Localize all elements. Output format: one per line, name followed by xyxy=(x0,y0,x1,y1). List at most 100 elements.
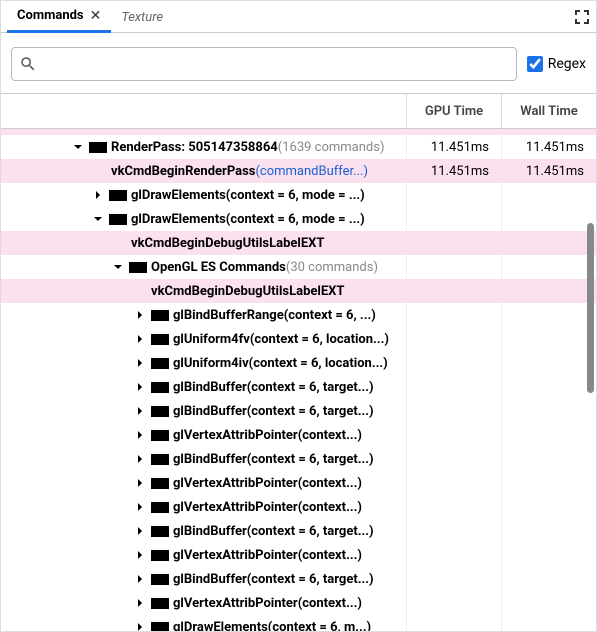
wall-time-cell xyxy=(501,255,596,279)
wall-time-cell: 11.451ms xyxy=(501,135,596,159)
header-gpu-time[interactable]: GPU Time xyxy=(406,94,501,128)
chevron-right-icon[interactable] xyxy=(133,476,147,490)
wall-time-cell xyxy=(501,495,596,519)
command-row[interactable]: glDrawElements(context = 6, m...) xyxy=(1,615,596,631)
marker-icon xyxy=(151,502,169,513)
marker-icon xyxy=(89,142,107,153)
search-input[interactable] xyxy=(11,47,517,81)
gpu-time-cell xyxy=(406,255,501,279)
command-row[interactable]: glVertexAttribPointer(context...) xyxy=(1,423,596,447)
chevron-right-icon[interactable] xyxy=(133,596,147,610)
gpu-time-cell xyxy=(406,567,501,591)
chevron-right-icon[interactable] xyxy=(133,572,147,586)
command-row[interactable]: glBindBuffer(context = 6, target...) xyxy=(1,399,596,423)
command-row[interactable]: glVertexAttribPointer(context...) xyxy=(1,495,596,519)
chevron-right-icon[interactable] xyxy=(133,452,147,466)
command-label: glVertexAttribPointer(context...) xyxy=(173,548,362,563)
command-row[interactable]: glBindBuffer(context = 6, target...) xyxy=(1,375,596,399)
command-row[interactable]: OpenGL ES Commands (30 commands) xyxy=(1,255,596,279)
chevron-right-icon[interactable] xyxy=(133,356,147,370)
command-label: vkCmdBeginDebugUtilsLabelEXT xyxy=(151,284,344,299)
search-input-wrap xyxy=(11,47,517,81)
chevron-right-icon[interactable] xyxy=(133,308,147,322)
wall-time-cell xyxy=(501,183,596,207)
chevron-right-icon[interactable] xyxy=(133,524,147,538)
chevron-right-icon[interactable] xyxy=(133,548,147,562)
command-args-link[interactable]: (commandBuffer...) xyxy=(255,164,368,179)
command-count: (30 commands) xyxy=(286,260,378,275)
marker-icon xyxy=(129,262,147,273)
wall-time-cell xyxy=(501,423,596,447)
chevron-right-icon[interactable] xyxy=(133,428,147,442)
tab-texture[interactable]: Texture xyxy=(111,3,173,31)
gpu-time-cell xyxy=(406,615,501,631)
command-label: glDrawElements(context = 6, m...) xyxy=(173,620,371,632)
marker-icon xyxy=(151,430,169,441)
grid-header: GPU Time Wall Time xyxy=(1,93,596,129)
gpu-time-cell xyxy=(406,399,501,423)
command-row[interactable]: glUniform4iv(context = 6, location...) xyxy=(1,351,596,375)
tab-commands[interactable]: Commands ✕ xyxy=(7,1,111,33)
regex-checkbox[interactable] xyxy=(527,56,543,72)
command-row[interactable]: glDrawElements(context = 6, mode = ...) xyxy=(1,183,596,207)
marker-icon xyxy=(151,622,169,632)
command-row[interactable]: glBindBuffer(context = 6, target...) xyxy=(1,519,596,543)
chevron-right-icon[interactable] xyxy=(133,404,147,418)
gpu-time-cell xyxy=(406,543,501,567)
gpu-time-cell: 11.451ms xyxy=(406,159,501,183)
command-label: glDrawElements(context = 6, mode = ...) xyxy=(131,188,365,203)
command-row[interactable]: vkCmdBeginDebugUtilsLabelEXT xyxy=(1,231,596,255)
gpu-time-cell xyxy=(406,279,501,303)
fullscreen-icon[interactable] xyxy=(574,9,590,25)
marker-icon xyxy=(151,334,169,345)
regex-toggle[interactable]: Regex xyxy=(527,56,586,72)
command-row[interactable]: glVertexAttribPointer(context...) xyxy=(1,543,596,567)
header-wall-time[interactable]: Wall Time xyxy=(501,94,596,128)
command-label: glBindBuffer(context = 6, target...) xyxy=(173,572,374,587)
command-count: (1639 commands) xyxy=(278,140,385,155)
gpu-time-cell xyxy=(406,519,501,543)
wall-time-cell xyxy=(501,543,596,567)
marker-icon xyxy=(151,406,169,417)
close-icon[interactable]: ✕ xyxy=(90,8,102,24)
wall-time-cell xyxy=(501,375,596,399)
chevron-right-icon[interactable] xyxy=(133,380,147,394)
gpu-time-cell xyxy=(406,591,501,615)
command-row[interactable]: vkCmdBeginRenderPass(commandBuffer...)11… xyxy=(1,159,596,183)
command-row[interactable]: glBindBuffer(context = 6, target...) xyxy=(1,447,596,471)
marker-icon xyxy=(151,526,169,537)
chevron-down-icon[interactable] xyxy=(71,140,85,154)
wall-time-cell xyxy=(501,303,596,327)
command-row[interactable]: glBindBuffer(context = 6, target...) xyxy=(1,567,596,591)
chevron-right-icon[interactable] xyxy=(133,500,147,514)
command-row[interactable]: glVertexAttribPointer(context...) xyxy=(1,591,596,615)
command-row[interactable]: glVertexAttribPointer(context...) xyxy=(1,471,596,495)
marker-icon xyxy=(151,358,169,369)
marker-icon xyxy=(151,550,169,561)
wall-time-cell xyxy=(501,591,596,615)
command-row[interactable]: glBindBufferRange(context = 6, ...) xyxy=(1,303,596,327)
wall-time-cell xyxy=(501,447,596,471)
chevron-down-icon[interactable] xyxy=(111,260,125,274)
command-row[interactable]: RenderPass: 505147358864(1639 commands)1… xyxy=(1,135,596,159)
command-label: glBindBuffer(context = 6, target...) xyxy=(173,524,374,539)
gpu-time-cell xyxy=(406,183,501,207)
command-label: vkCmdBeginDebugUtilsLabelEXT xyxy=(131,236,324,251)
chevron-down-icon[interactable] xyxy=(91,212,105,226)
command-row[interactable]: glUniform4fv(context = 6, location...) xyxy=(1,327,596,351)
command-label: glVertexAttribPointer(context...) xyxy=(173,596,362,611)
tab-label: Commands xyxy=(17,8,84,23)
chevron-right-icon[interactable] xyxy=(133,332,147,346)
command-row[interactable]: glDrawElements(context = 6, mode = ...) xyxy=(1,207,596,231)
command-row[interactable]: vkCmdBeginDebugUtilsLabelEXT xyxy=(1,279,596,303)
wall-time-cell xyxy=(501,279,596,303)
gpu-time-cell xyxy=(406,327,501,351)
chevron-right-icon[interactable] xyxy=(133,620,147,631)
chevron-right-icon[interactable] xyxy=(91,188,105,202)
command-label: glUniform4iv(context = 6, location...) xyxy=(173,356,388,371)
wall-time-cell xyxy=(501,519,596,543)
wall-time-cell: 11.451ms xyxy=(501,159,596,183)
command-label: glBindBuffer(context = 6, target...) xyxy=(173,404,374,419)
scrollbar-thumb[interactable] xyxy=(587,223,594,393)
command-label: glBindBufferRange(context = 6, ...) xyxy=(173,308,376,323)
